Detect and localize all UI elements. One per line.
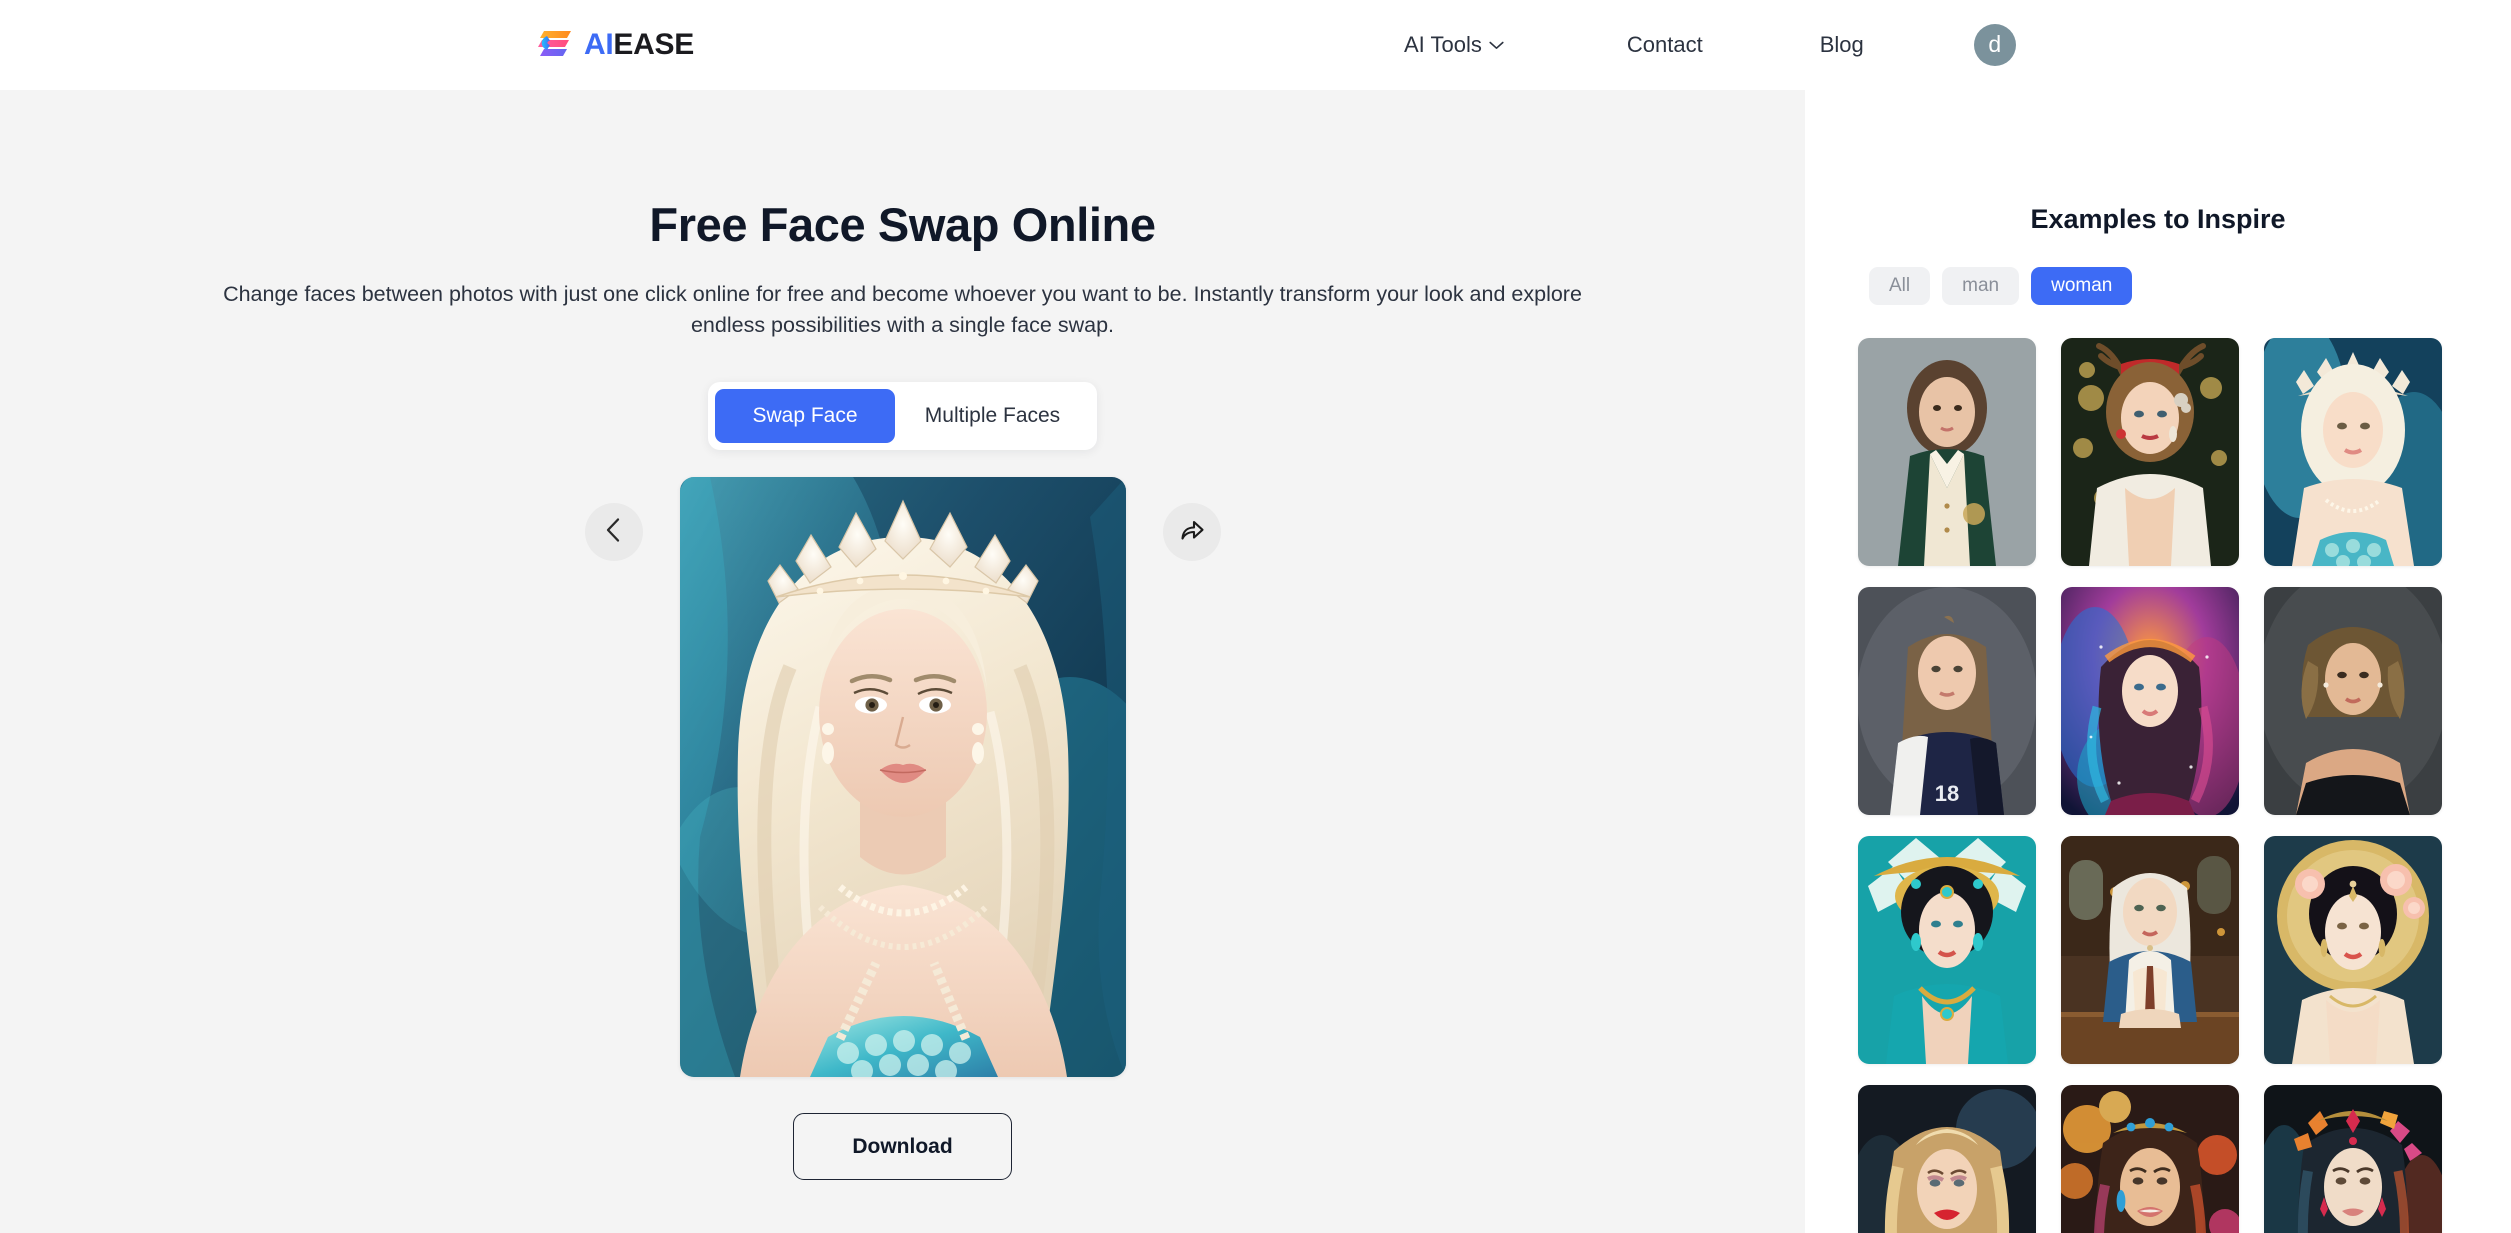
nav-item-contact[interactable]: Contact [1627,32,1703,58]
examples-panel-title: Examples to Inspire [2030,204,2286,234]
example-thumbnail[interactable] [2061,1085,2239,1233]
example-thumbnail[interactable] [1858,836,2036,1064]
chevron-left-icon [604,517,624,548]
category-filters: All man woman [1869,267,2511,305]
example-thumbnail[interactable] [1858,338,2036,566]
preview-row [0,477,1805,1078]
logo-text: AIEASE [584,30,694,60]
share-arrow-icon [1179,518,1205,547]
share-button[interactable] [1162,503,1221,562]
filter-chip-man[interactable]: man [1942,267,2020,305]
filter-chip-all[interactable]: All [1869,267,1931,305]
main-content: Free Face Swap Online Change faces betwe… [0,90,1805,1233]
example-thumbnail[interactable]: 18 [1858,587,2036,815]
download-button[interactable]: Download [793,1113,1012,1181]
logo-text-ai: AI [584,28,614,61]
site-header: AIEASE AI Tools Contact Blog d [0,0,2511,90]
tab-multiple-faces[interactable]: Multiple Faces [895,389,1090,443]
examples-panel: Examples to Inspire All man woman 18 [1805,90,2511,1233]
mode-tabs: Swap Face Multiple Faces [708,382,1097,451]
example-thumbnail[interactable] [2264,836,2442,1064]
previous-button[interactable] [584,503,643,562]
example-thumbnail[interactable] [2061,338,2239,566]
main-navigation: AI Tools Contact Blog d [1404,24,2016,66]
example-thumbnail[interactable] [2264,587,2442,815]
avatar[interactable]: d [1973,24,2016,66]
filter-chip-woman[interactable]: woman [2031,267,2133,305]
preview-image[interactable] [679,477,1126,1078]
tab-swap-face[interactable]: Swap Face [715,389,895,444]
page-body: Free Face Swap Online Change faces betwe… [0,90,2511,1233]
example-thumbnail[interactable] [1858,1085,2036,1233]
examples-grid: 18 [1858,338,2458,1233]
nav-item-ai-tools-label: AI Tools [1404,32,1482,57]
nav-item-ai-tools[interactable]: AI Tools [1404,32,1504,58]
chevron-down-icon [1489,41,1504,50]
logo[interactable]: AIEASE [537,28,694,62]
page-title: Free Face Swap Online [649,198,1156,251]
example-thumbnail[interactable] [2061,587,2239,815]
nav-item-blog-label: Blog [1819,32,1864,57]
example-thumbnail[interactable] [2061,836,2239,1064]
page-subtitle: Change faces between photos with just on… [223,282,1582,337]
example-thumbnail[interactable] [2264,338,2442,566]
nav-item-contact-label: Contact [1626,32,1703,57]
logo-text-ease: EASE [613,28,694,61]
aiease-logo-icon [537,28,573,62]
nav-item-blog[interactable]: Blog [1820,32,1864,58]
example-thumbnail[interactable] [2264,1085,2442,1233]
download-row: Download [0,1113,1805,1181]
svg-text:18: 18 [1935,781,1959,806]
